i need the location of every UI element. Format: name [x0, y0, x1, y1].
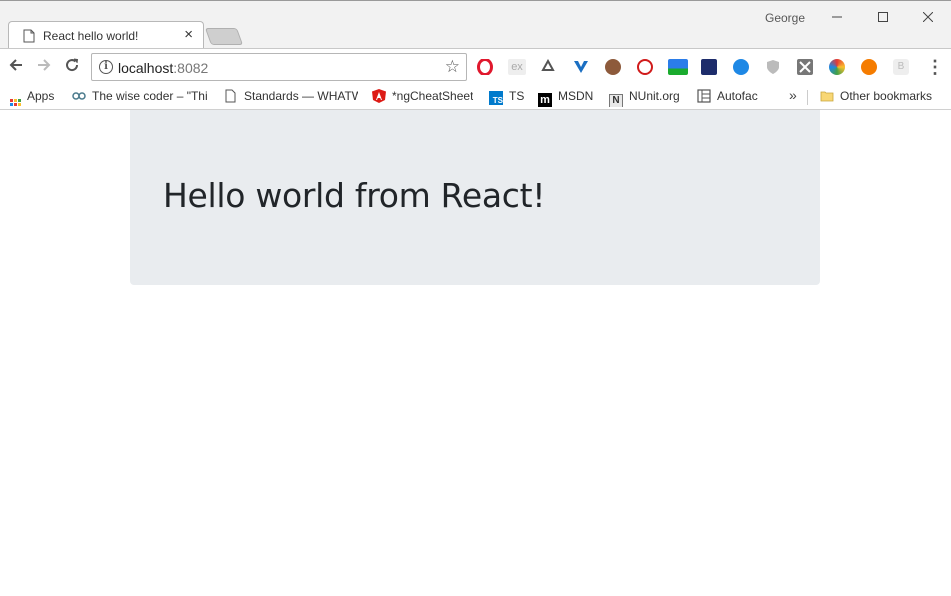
msdn-icon: m — [538, 93, 552, 107]
cookie-icon[interactable] — [605, 59, 621, 75]
recycle-icon[interactable] — [540, 58, 556, 75]
shield-icon[interactable] — [765, 59, 781, 75]
bookmark-label: Apps — [27, 89, 55, 103]
url-text[interactable]: localhost:8082 — [118, 60, 208, 76]
other-bookmarks[interactable]: Other bookmarks — [820, 89, 932, 107]
page-heading: Hello world from React! — [163, 176, 546, 215]
bookmark-apps[interactable]: Apps — [10, 89, 54, 107]
back-button[interactable] — [4, 55, 28, 79]
bookmark-star-icon[interactable]: ☆ — [445, 57, 460, 77]
bookmark-label: Autofac — [717, 89, 758, 103]
new-tab-button[interactable] — [204, 28, 244, 45]
bookmark-label: Standards — WHATW — [244, 89, 358, 103]
bookmark-wise-coder[interactable]: The wise coder – "Thi — [72, 89, 209, 107]
autofac-icon — [697, 89, 711, 103]
owl-icon — [72, 92, 86, 100]
url-host: localhost — [118, 60, 174, 76]
bookmark-ts[interactable]: TS TS — [489, 89, 524, 107]
speed-icon[interactable] — [701, 59, 717, 75]
b-ext-icon[interactable]: B — [893, 59, 909, 75]
beta-ext-icon[interactable] — [668, 59, 688, 75]
bookmark-label: MSDN — [558, 89, 594, 103]
forward-button[interactable] — [32, 55, 56, 79]
color-picker-icon[interactable] — [829, 59, 845, 75]
page-icon — [225, 89, 236, 103]
bookmark-autofac[interactable]: Autofac — [697, 89, 758, 107]
x-ext-icon[interactable] — [797, 59, 813, 75]
tab-react-hello-world[interactable]: React hello world! × — [8, 21, 204, 50]
vuejs-devtools-icon[interactable] — [573, 59, 589, 75]
profile-name[interactable]: George — [765, 11, 805, 25]
bookmarks-divider — [807, 90, 808, 105]
folder-icon — [820, 91, 834, 102]
bookmark-label: TS — [509, 89, 525, 103]
opera-icon[interactable] — [477, 58, 493, 76]
bookmark-nunit[interactable]: N NUnit.org — [609, 89, 680, 107]
tab-title: React hello world! — [43, 29, 139, 43]
info-icon[interactable]: i — [99, 60, 113, 74]
typescript-icon: TS — [489, 91, 503, 105]
page-content: Hello world from React! — [0, 110, 951, 596]
bookmark-label: NUnit.org — [629, 89, 680, 103]
other-bookmarks-label: Other bookmarks — [840, 89, 933, 103]
maximize-button[interactable] — [860, 5, 906, 29]
no-sync-icon[interactable] — [637, 59, 653, 75]
page-icon — [23, 29, 35, 43]
lifebuoy-icon[interactable] — [861, 59, 877, 75]
ex-icon[interactable]: ex — [508, 59, 526, 75]
minimize-button[interactable] — [814, 5, 860, 29]
nunit-icon: N — [609, 94, 623, 107]
edge-icon[interactable] — [733, 59, 749, 75]
apps-grid-icon — [10, 99, 21, 107]
angular-icon — [372, 89, 386, 103]
bookmark-label: The wise coder – "Thi — [92, 89, 208, 103]
close-window-button[interactable] — [905, 5, 951, 29]
arrow-right-icon — [38, 59, 51, 71]
bookmark-ngcheatsheet[interactable]: *ngCheatSheet — [372, 89, 473, 107]
reload-icon — [66, 58, 79, 72]
bookmarks-bar: Apps The wise coder – "Thi Standards — W… — [0, 85, 951, 110]
tab-close-icon[interactable]: × — [184, 26, 193, 43]
maximize-icon — [878, 12, 888, 22]
arrow-left-icon — [9, 59, 22, 71]
jumbotron: Hello world from React! — [130, 110, 820, 285]
browser-toolbar: i localhost:8082 ☆ ex B ⋮ — [0, 48, 951, 85]
url-port: :8082 — [173, 60, 209, 76]
bookmark-label: *ngCheatSheet — [392, 89, 474, 103]
address-bar[interactable]: i localhost:8082 ☆ — [91, 53, 467, 81]
chrome-menu-icon[interactable]: ⋮ — [926, 57, 944, 77]
minimize-icon — [832, 16, 842, 18]
title-bar: React hello world! × George — [0, 0, 951, 50]
reload-button[interactable] — [60, 55, 84, 79]
bookmark-msdn[interactable]: m MSDN — [538, 89, 593, 107]
bookmarks-overflow-icon[interactable]: » — [789, 87, 797, 103]
bookmark-standards-whatwg[interactable]: Standards — WHATW — [224, 89, 358, 107]
close-icon — [922, 11, 934, 23]
